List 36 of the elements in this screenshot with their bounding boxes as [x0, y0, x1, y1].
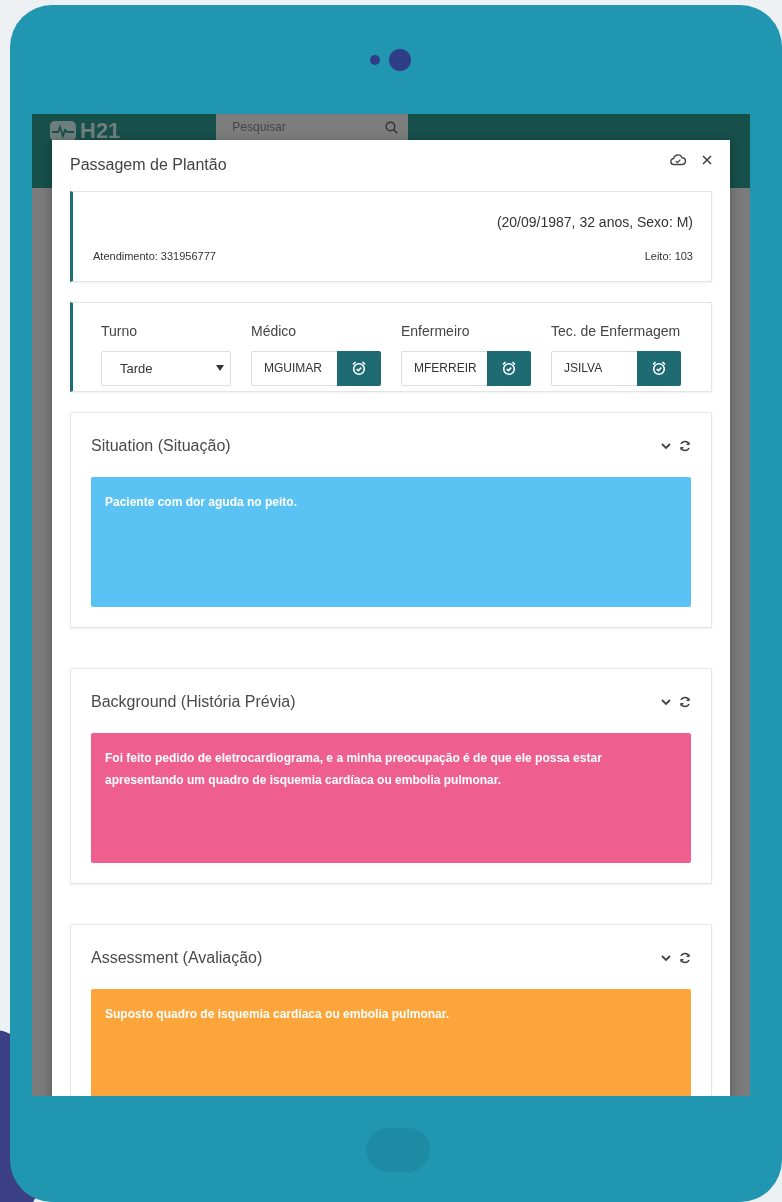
chevron-down-icon[interactable]	[661, 698, 671, 706]
close-icon[interactable]	[702, 155, 712, 166]
cloud-icon[interactable]	[670, 154, 686, 167]
alarm-clock-button[interactable]	[487, 350, 531, 386]
refresh-icon[interactable]	[679, 952, 691, 964]
camera-icon	[367, 46, 413, 73]
staff-input[interactable]: JSILVA	[551, 350, 637, 386]
refresh-icon[interactable]	[679, 696, 691, 708]
staff-input[interactable]: MFERREIR	[401, 350, 487, 386]
search-placeholder: Pesquisar	[232, 120, 286, 134]
bed-text: Leito: 103	[644, 249, 693, 262]
section-title: Assessment (Avaliação)	[91, 949, 263, 967]
patient-details: (20/09/1987, 32 anos, Sexo: M)	[496, 213, 693, 230]
field-label: Médico	[251, 322, 298, 339]
heartbeat-icon	[50, 121, 76, 141]
alarm-clock-icon	[501, 360, 517, 377]
select-value: Tarde	[120, 360, 153, 376]
field-label: Tec. de Enfermagem	[551, 322, 681, 339]
field-label: Turno	[101, 322, 139, 339]
field-label: Enfermeiro	[401, 322, 471, 339]
attendance-text: Atendimento: 331956777	[93, 249, 216, 262]
chevron-down-icon[interactable]	[661, 954, 671, 962]
alarm-clock-icon	[351, 360, 367, 377]
search-icon[interactable]	[385, 120, 399, 134]
alarm-clock-button[interactable]	[637, 350, 681, 386]
logo-text: H21	[80, 120, 121, 142]
staff-input[interactable]: MGUIMAR	[251, 350, 337, 386]
alarm-clock-icon	[651, 360, 667, 377]
dropdown-arrow-icon	[216, 365, 224, 372]
refresh-icon[interactable]	[679, 440, 691, 452]
section-title: Background (História Prévia)	[91, 693, 296, 711]
modal-title: Passagem de Plantão	[70, 156, 227, 175]
chevron-down-icon[interactable]	[661, 442, 671, 450]
alarm-clock-button[interactable]	[337, 350, 381, 386]
shift-select[interactable]: Tarde	[101, 350, 231, 386]
section-title: Situation (Situação)	[91, 437, 231, 455]
